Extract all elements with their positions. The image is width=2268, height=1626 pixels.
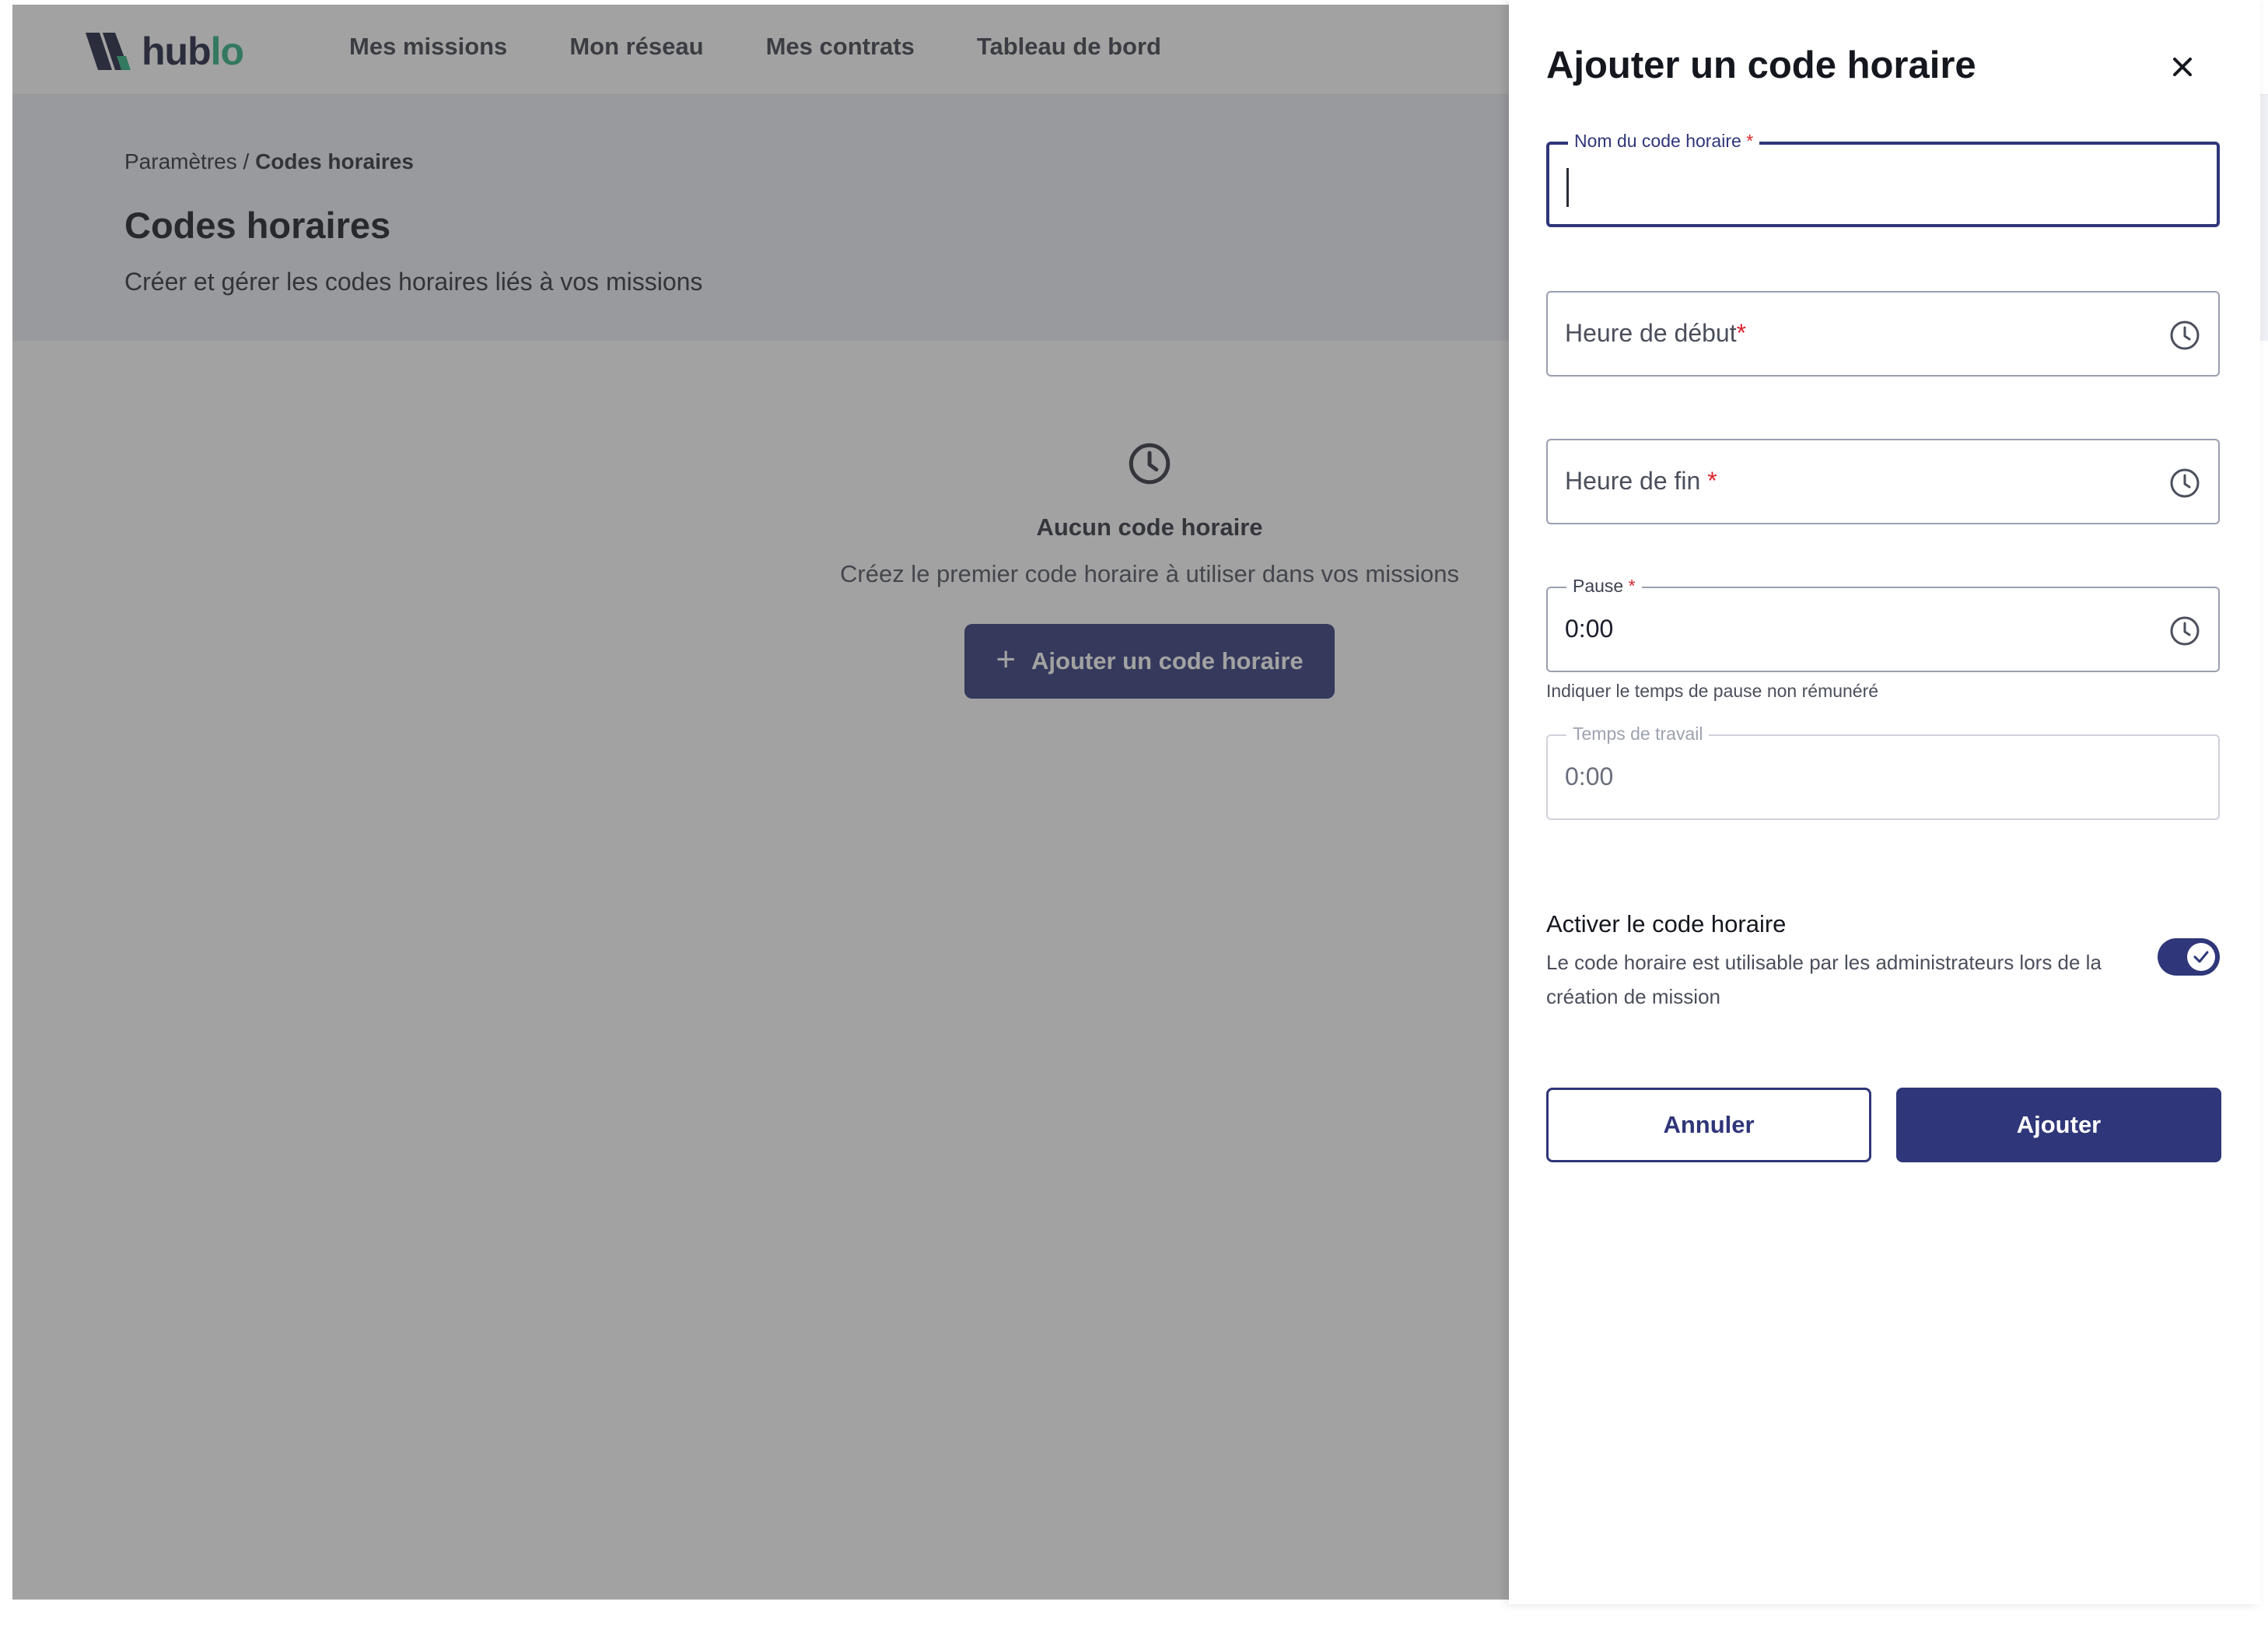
pause-value: 0:00 (1565, 615, 1614, 643)
start-time-field[interactable]: Heure de début* (1546, 291, 2220, 377)
clock-icon[interactable] (2168, 615, 2201, 647)
end-time-field[interactable]: Heure de fin * (1546, 439, 2220, 524)
activate-title: Activer le code horaire (1546, 910, 1787, 937)
pause-helper-text: Indiquer le temps de pause non rémunéré (1546, 681, 1879, 701)
checkmark-icon (2193, 951, 2209, 963)
end-time-placeholder: Heure de fin * (1565, 467, 1717, 495)
drawer-title: Ajouter un code horaire (1546, 44, 1976, 86)
text-cursor (1566, 168, 1569, 207)
activate-toggle[interactable] (2158, 938, 2220, 976)
work-time-label: Temps de travail (1566, 724, 1710, 745)
activate-description: Le code horaire est utilisable par les a… (1546, 951, 2102, 1008)
clock-icon[interactable] (2168, 319, 2201, 352)
pause-label: Pause * (1566, 576, 1642, 597)
time-code-name-field[interactable]: Nom du code horaire * (1546, 131, 2220, 227)
cancel-button[interactable]: Annuler (1546, 1088, 1871, 1162)
close-icon[interactable] (2162, 47, 2203, 87)
add-time-code-drawer: Ajouter un code horaire Nom du code hora… (1509, 0, 2260, 1604)
pause-field[interactable]: Pause * 0:00 (1546, 576, 2220, 672)
start-time-placeholder: Heure de début* (1565, 319, 1747, 347)
clock-icon[interactable] (2168, 467, 2201, 499)
toggle-knob (2187, 943, 2215, 971)
work-time-field: Temps de travail 0:00 (1546, 724, 2220, 820)
submit-add-button[interactable]: Ajouter (1896, 1088, 2221, 1162)
modal-backdrop[interactable] (12, 5, 1509, 1600)
work-time-value: 0:00 (1565, 762, 1614, 790)
time-code-name-label: Nom du code horaire * (1568, 131, 1760, 152)
